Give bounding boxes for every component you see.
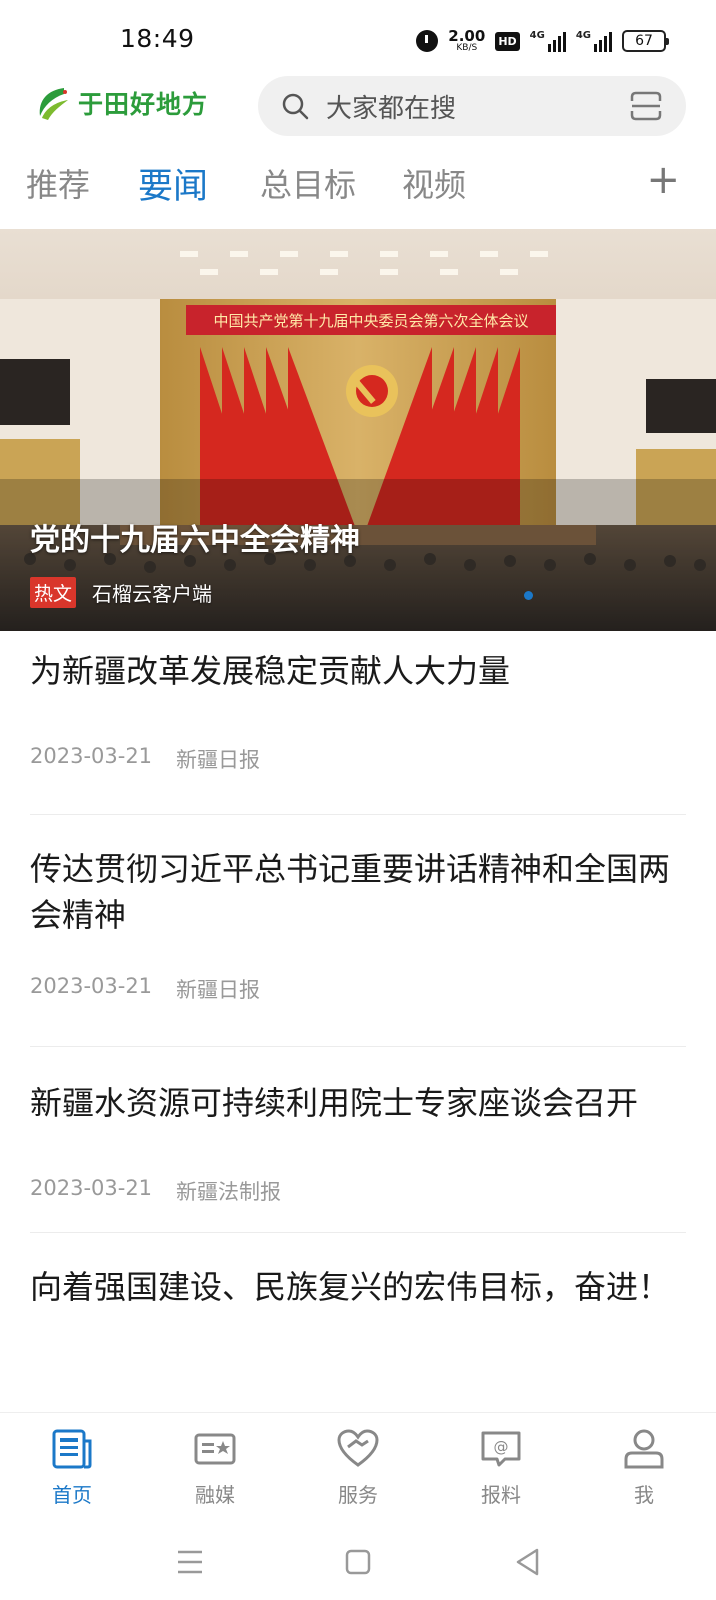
tab-video[interactable]: 视频 [402, 160, 466, 206]
tab-headlines[interactable]: 要闻 [138, 158, 208, 209]
divider [30, 1232, 686, 1233]
heart-service-icon [336, 1427, 380, 1471]
banner-source: 石榴云客户端 [92, 582, 213, 606]
nav-media-label: 融媒 [195, 1483, 235, 1507]
report-chat-icon: @ [479, 1427, 523, 1471]
divider [30, 814, 686, 815]
search-icon [280, 91, 310, 121]
leaf-logo-icon [34, 84, 72, 122]
add-tab-button[interactable]: + [646, 160, 680, 200]
user-profile-icon [622, 1427, 666, 1471]
banner-title: 党的十九届六中全会精神 [30, 523, 360, 558]
status-time: 18:49 [120, 24, 195, 53]
nav-home[interactable]: 首页 [22, 1427, 122, 1508]
signal-icon-1: 4G [530, 30, 566, 52]
signal-icon-2: 4G [576, 30, 612, 52]
home-square-icon[interactable] [338, 1542, 378, 1582]
net-speed-value: 2.00 [448, 27, 486, 45]
back-triangle-icon[interactable] [508, 1542, 548, 1582]
news-title: 向着强国建设、民族复兴的宏伟目标，奋进！ [30, 1268, 671, 1306]
logo-text: 于田好地方 [78, 90, 209, 119]
bottom-nav: 首页 融媒 服务 @ 报料 我 [0, 1412, 716, 1522]
scan-icon[interactable] [630, 91, 662, 121]
nav-report-label: 报料 [481, 1483, 521, 1507]
app-header: 于田好地方 大家都在搜 [0, 76, 716, 136]
app-logo[interactable]: 于田好地方 [34, 84, 208, 122]
news-source: 新疆法制报 [176, 1180, 282, 1204]
news-item[interactable]: 新疆水资源可持续利用院士专家座谈会召开 2023-03-21 新疆法制报 [30, 1080, 686, 1204]
svg-text:@: @ [494, 1438, 509, 1456]
status-icons: 2.00 KB/S HD 4G 4G 67 [416, 24, 669, 58]
search-input[interactable]: 大家都在搜 [258, 76, 686, 136]
tab-recommend[interactable]: 推荐 [26, 160, 90, 206]
news-meta: 2023-03-21 新疆日报 [30, 744, 260, 774]
menu-icon[interactable] [170, 1542, 210, 1582]
nav-service-label: 服务 [338, 1483, 378, 1507]
news-title: 为新疆改革发展稳定贡献人大力量 [30, 652, 511, 690]
news-date: 2023-03-21 [30, 744, 153, 768]
news-title: 新疆水资源可持续利用院士专家座谈会召开 [30, 1084, 639, 1122]
hot-badge: 热文 [30, 577, 77, 608]
news-date: 2023-03-21 [30, 1176, 153, 1200]
nav-home-label: 首页 [52, 1483, 92, 1507]
nav-report[interactable]: @ 报料 [451, 1427, 551, 1508]
news-date: 2023-03-21 [30, 974, 153, 998]
media-card-icon [193, 1427, 237, 1471]
battery-level: 67 [635, 33, 653, 49]
nav-me-label: 我 [634, 1483, 654, 1507]
search-placeholder: 大家都在搜 [326, 93, 457, 124]
news-item[interactable]: 向着强国建设、民族复兴的宏伟目标，奋进！ [30, 1264, 686, 1310]
news-meta: 2023-03-21 新疆日报 [30, 974, 260, 1004]
alarm-icon [416, 30, 439, 52]
banner-sign-text: 中国共产党第十九届中央委员会第六次全体会议 [213, 312, 528, 330]
banner-meta: 热文 石榴云客户端 [30, 577, 212, 608]
banner-image: 中国共产党第十九届中央委员会第六次全体会议 [0, 229, 716, 631]
carousel-indicator [524, 591, 533, 600]
net-speed-unit: KB/S [456, 43, 478, 53]
hd-icon: HD [495, 31, 520, 51]
battery-icon: 67 [622, 30, 669, 52]
news-meta: 2023-03-21 新疆法制报 [30, 1176, 281, 1206]
category-tabs: 推荐 要闻 总目标 视频 + [0, 150, 716, 220]
news-title: 传达贯彻习近平总书记重要讲话精神和全国两会精神 [30, 850, 671, 934]
home-news-icon [50, 1427, 94, 1471]
nav-me[interactable]: 我 [594, 1427, 694, 1508]
news-source: 新疆日报 [176, 978, 261, 1002]
signal-1-label: 4G [529, 30, 545, 41]
tab-goals[interactable]: 总目标 [260, 160, 356, 206]
status-bar: 18:49 2.00 KB/S HD 4G 4G 67 [0, 0, 716, 80]
nav-media[interactable]: 融媒 [165, 1427, 265, 1508]
news-item[interactable]: 为新疆改革发展稳定贡献人大力量 2023-03-21 新疆日报 [30, 648, 686, 772]
news-source: 新疆日报 [176, 748, 261, 772]
featured-banner[interactable]: 中国共产党第十九届中央委员会第六次全体会议 党的十九届六中全会精神 热文 石榴云… [0, 229, 716, 631]
news-item[interactable]: 传达贯彻习近平总书记重要讲话精神和全国两会精神 2023-03-21 新疆日报 [30, 846, 686, 1002]
net-speed: 2.00 KB/S [448, 29, 485, 53]
divider [30, 1046, 686, 1047]
nav-service[interactable]: 服务 [308, 1427, 408, 1508]
signal-2-label: 4G [575, 30, 591, 41]
system-nav-bar [0, 1522, 716, 1600]
